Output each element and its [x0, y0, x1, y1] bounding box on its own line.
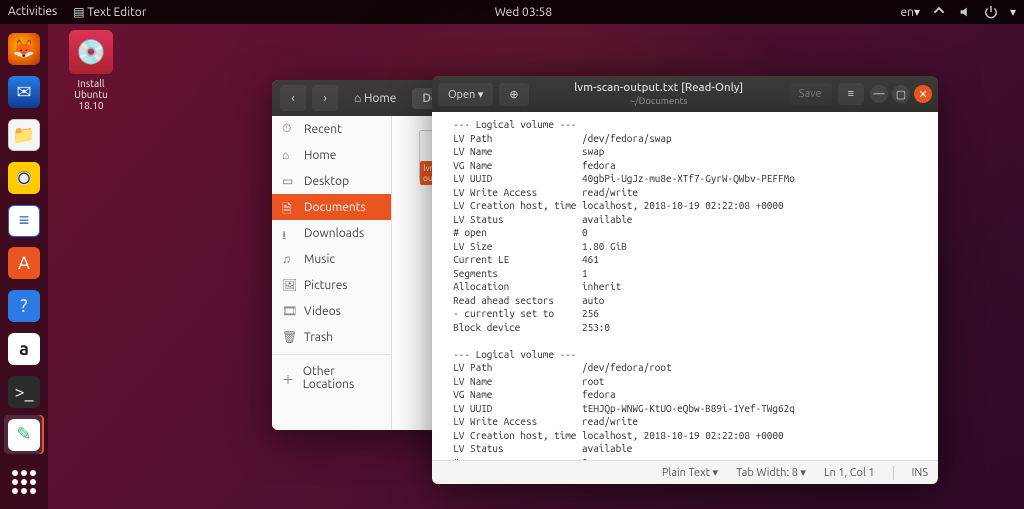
top-bar: Activities ▤ Text Editor Wed 03:58 en▾ ▾ — [0, 0, 1024, 24]
gedit-statusbar: Plain Text ▾ Tab Width: 8 ▾ Ln 1, Col 1 … — [432, 460, 938, 484]
hamburger-menu[interactable]: ≡ — [838, 83, 864, 105]
trash-icon: 🗑 — [282, 330, 296, 344]
breadcrumb-home[interactable]: ⌂ Home — [344, 87, 406, 109]
desktop-icon: ▭ — [282, 174, 296, 188]
system-menu-chevron-icon[interactable]: ▾ — [1010, 5, 1016, 19]
pictures-icon: 🖼 — [282, 278, 296, 292]
downloads-icon: ⭳ — [282, 226, 296, 240]
back-button[interactable]: ‹ — [280, 85, 306, 111]
plus-icon: ＋ — [282, 371, 295, 385]
minimize-button[interactable]: — — [870, 85, 888, 103]
nautilus-sidebar: ⏱Recent ⌂Home ▭Desktop 🗎Documents ⭳Downl… — [272, 116, 392, 430]
clock[interactable]: Wed 03:58 — [146, 6, 900, 19]
input-source[interactable]: en▾ — [900, 5, 920, 19]
status-position: Ln 1, Col 1 — [824, 467, 875, 479]
app-menu[interactable]: ▤ Text Editor — [73, 5, 146, 19]
volume-icon[interactable] — [958, 5, 972, 19]
sidebar-desktop[interactable]: ▭Desktop — [272, 168, 391, 194]
open-button[interactable]: Open ▾ — [438, 83, 493, 106]
close-button[interactable]: ✕ — [914, 85, 932, 103]
sidebar-videos[interactable]: 🎞Videos — [272, 298, 391, 324]
dock-writer[interactable]: ≡ — [4, 201, 44, 240]
status-tabwidth[interactable]: Tab Width: 8 ▾ — [736, 466, 806, 479]
sidebar-music[interactable]: ♫Music — [272, 246, 391, 272]
power-icon[interactable] — [984, 5, 998, 19]
home-icon: ⌂ — [282, 148, 296, 162]
sidebar-other-locations[interactable]: ＋Other Locations — [272, 359, 391, 397]
dock: 🦊 ✉ 📁 ◉ ≡ A ? a >_ ✎ — [0, 24, 48, 509]
dock-gedit[interactable]: ✎ — [4, 415, 44, 454]
dock-amazon[interactable]: a — [4, 330, 44, 369]
status-language[interactable]: Plain Text ▾ — [662, 466, 718, 479]
show-applications[interactable] — [4, 462, 44, 501]
maximize-button[interactable]: ▢ — [892, 85, 910, 103]
dock-software[interactable]: A — [4, 244, 44, 283]
dock-rhythmbox[interactable]: ◉ — [4, 158, 44, 197]
dock-help[interactable]: ? — [4, 287, 44, 326]
sidebar-documents[interactable]: 🗎Documents — [272, 194, 391, 220]
forward-button[interactable]: › — [312, 85, 338, 111]
status-insert-mode: INS — [912, 467, 928, 479]
music-icon: ♫ — [282, 252, 296, 266]
gedit-headerbar: Open ▾ ⊕ lvm-scan-output.txt [Read-Only]… — [432, 76, 938, 112]
clock-icon: ⏱ — [282, 122, 296, 136]
activities-button[interactable]: Activities — [8, 5, 57, 19]
dock-terminal[interactable]: >_ — [4, 373, 44, 412]
desktop-icon-install-ubuntu[interactable]: 💿 Install Ubuntu 18.10 — [56, 30, 126, 111]
dock-thunderbird[interactable]: ✉ — [4, 73, 44, 112]
documents-icon: 🗎 — [282, 200, 296, 214]
sidebar-recent[interactable]: ⏱Recent — [272, 116, 391, 142]
new-tab-button[interactable]: ⊕ — [499, 83, 528, 106]
network-icon[interactable] — [932, 5, 946, 19]
cd-icon: 💿 — [69, 30, 113, 74]
sidebar-trash[interactable]: 🗑Trash — [272, 324, 391, 350]
desktop-icon-label: Install Ubuntu 18.10 — [56, 78, 126, 111]
sidebar-downloads[interactable]: ⭳Downloads — [272, 220, 391, 246]
editor-view[interactable]: --- Logical volume --- LV Path /dev/fedo… — [432, 112, 938, 460]
save-button: Save — [789, 83, 832, 105]
sidebar-pictures[interactable]: 🖼Pictures — [272, 272, 391, 298]
sidebar-home[interactable]: ⌂Home — [272, 142, 391, 168]
dock-firefox[interactable]: 🦊 — [4, 30, 44, 69]
gedit-window: Open ▾ ⊕ lvm-scan-output.txt [Read-Only]… — [432, 76, 938, 484]
videos-icon: 🎞 — [282, 304, 296, 318]
dock-files[interactable]: 📁 — [4, 116, 44, 155]
gedit-title: lvm-scan-output.txt [Read-Only] ~/Docume… — [535, 81, 783, 106]
